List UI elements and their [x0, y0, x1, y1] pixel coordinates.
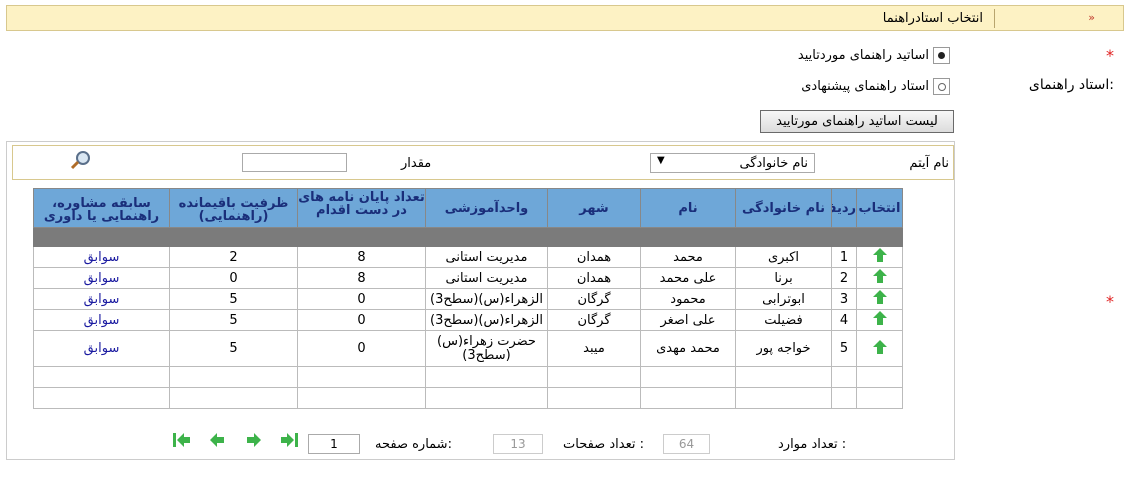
page-number-input[interactable]: 1 — [308, 434, 360, 454]
col-last-name[interactable]: نام خانوادگی — [735, 188, 832, 228]
first-page-icon[interactable] — [172, 432, 192, 448]
table-row-empty — [33, 387, 903, 409]
col-theses[interactable]: تعداد پایان نامه های در دست اقدام — [297, 188, 426, 228]
table-row[interactable]: 1 اکبری محمد همدان مدیریت استانی 8 2 سوابق — [33, 246, 903, 268]
history-link[interactable]: سوابق — [33, 330, 170, 367]
approved-advisors-list-button[interactable]: لیست اساتید راهنمای مورتایید — [760, 110, 954, 133]
last-page-icon[interactable] — [279, 432, 299, 448]
records-count: 64 — [663, 434, 710, 454]
advisor-label: استاد راهنمای: — [1028, 77, 1114, 93]
next-page-icon[interactable] — [244, 432, 264, 448]
radio-approved-label: اساتید راهنمای موردتایید — [797, 48, 929, 63]
section-title: انتخاب استادراهنما — [882, 11, 983, 26]
select-arrow-icon[interactable] — [872, 310, 888, 326]
chevron-down-icon: ▼ — [657, 155, 665, 166]
col-city[interactable]: شهر — [547, 188, 641, 228]
select-arrow-icon[interactable] — [872, 247, 888, 263]
filter-value-label: مقدار — [401, 156, 432, 171]
section-header[interactable]: » انتخاب استادراهنما — [6, 5, 1124, 31]
col-row[interactable]: ردیف — [831, 188, 857, 228]
col-first-name[interactable]: نام — [640, 188, 736, 228]
previous-page-icon[interactable] — [207, 432, 227, 448]
required-star-icon: * — [1106, 292, 1114, 311]
pages-count: 13 — [493, 434, 543, 454]
filter-item-value: نام خانوادگی — [739, 156, 808, 171]
filter-value-input[interactable] — [242, 153, 347, 172]
table-row-empty — [33, 366, 903, 388]
select-arrow-icon[interactable] — [872, 339, 888, 355]
records-label: تعداد موارد : — [778, 437, 847, 452]
col-select[interactable]: انتخاب — [856, 188, 903, 228]
col-capacity[interactable]: ظرفیت باقیمانده (راهنمایی) — [169, 188, 298, 228]
table-row[interactable]: 3 ابوترابی محمود گرگان الزهراء(س)(سطح3) 0 5س… — [33, 288, 903, 310]
filter-item-select[interactable]: نام خانوادگی ▼ — [650, 153, 815, 173]
col-history[interactable]: سابقه مشاوره، راهنمایی یا داوری — [33, 188, 170, 228]
radio-approved-advisors[interactable]: اساتید راهنمای موردتایید — [798, 47, 950, 64]
history-link[interactable]: سوابق — [33, 309, 170, 331]
select-arrow-icon[interactable] — [872, 289, 888, 305]
filter-item-label: نام آیتم — [909, 156, 949, 171]
table-row[interactable]: 2 برنا علی محمد همدان مدیریت استانی 8 0 سوابق — [33, 267, 903, 289]
page-number-label: شماره صفحه: — [375, 437, 452, 452]
col-unit[interactable]: واحدآموزشی — [425, 188, 548, 228]
search-icon[interactable] — [70, 150, 92, 170]
advisors-table: انتخاب ردیف نام خانوادگی نام شهر واحدآمو… — [33, 188, 903, 409]
table-row[interactable]: 4 فضیلت علی اصغر گرگان الزهراء(س)(سطح3) 0 5س… — [33, 309, 903, 331]
radio-approved-input[interactable] — [933, 47, 950, 64]
required-star-icon: * — [1106, 46, 1114, 65]
table-row[interactable]: 5 خواجه پور محمد مهدی میبد حضرت زهراء(س) (س… — [33, 330, 903, 367]
radio-proposed-advisor[interactable]: استاد راهنمای پیشنهادی — [801, 78, 950, 95]
history-link[interactable]: سوابق — [33, 267, 170, 289]
select-arrow-icon[interactable] — [872, 268, 888, 284]
pages-label: تعداد صفحات : — [563, 437, 644, 452]
radio-proposed-input[interactable] — [933, 78, 950, 95]
radio-proposed-label: استاد راهنمای پیشنهادی — [801, 79, 929, 94]
history-link[interactable]: سوابق — [33, 288, 170, 310]
collapse-chevron-icon[interactable]: » — [1088, 11, 1095, 24]
header-band — [33, 227, 903, 247]
history-link[interactable]: سوابق — [33, 246, 170, 268]
header-divider — [994, 9, 995, 28]
